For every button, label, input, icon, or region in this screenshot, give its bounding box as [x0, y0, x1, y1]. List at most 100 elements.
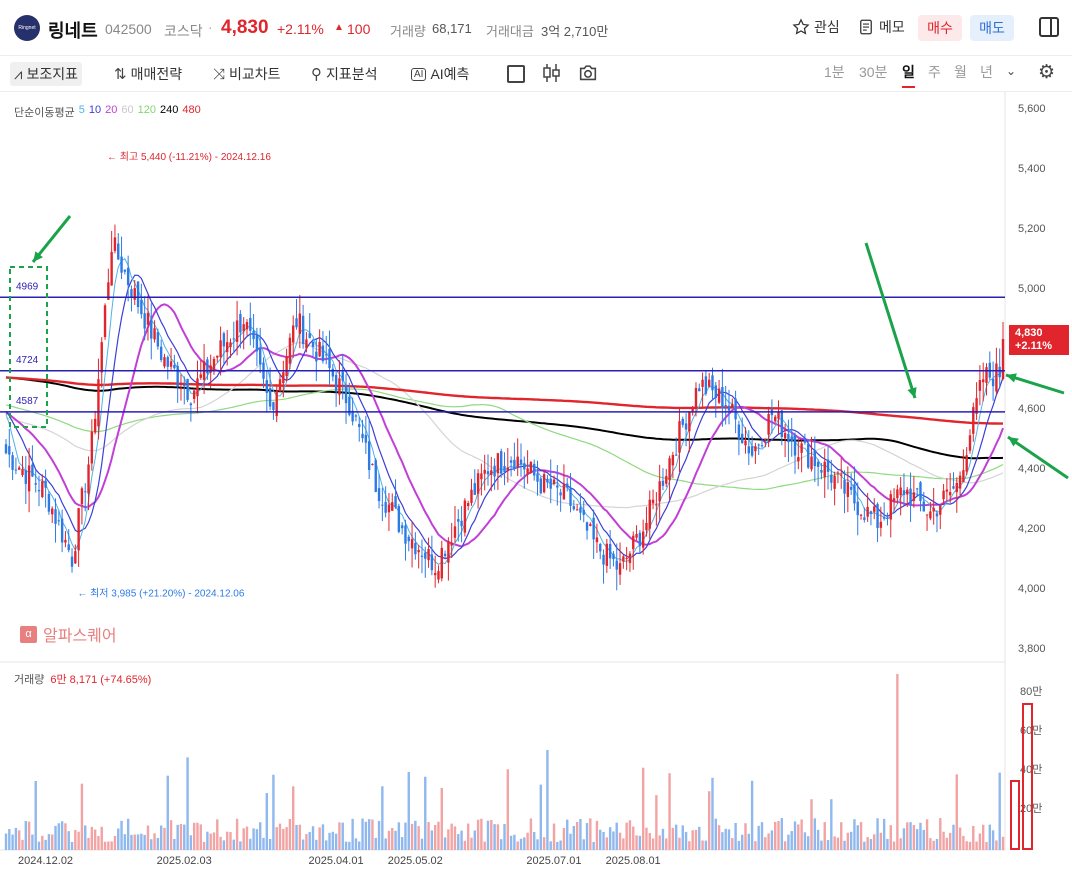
- volume-bar: [328, 832, 331, 850]
- volume-bar: [546, 750, 549, 850]
- volume-highlight-box: [1010, 780, 1020, 850]
- volume-bar: [318, 827, 321, 850]
- volume-bar: [536, 839, 539, 850]
- volume-bar: [533, 831, 536, 850]
- candle-body: [599, 543, 602, 552]
- candle-body: [968, 435, 972, 451]
- candle-body: [942, 490, 945, 500]
- analysis-button[interactable]: ⚲ 지표분석: [311, 62, 378, 86]
- volume-bar: [288, 818, 292, 850]
- candle-body: [77, 508, 80, 551]
- volume-bar: [87, 837, 90, 850]
- panel-toggle-icon[interactable]: [1039, 17, 1059, 37]
- volume-bar: [879, 832, 883, 850]
- candle-body: [483, 469, 486, 474]
- candle-body: [153, 328, 156, 340]
- candle-body: [658, 481, 661, 502]
- x-tick-label: 2024.12.02: [18, 855, 73, 867]
- candle-body: [793, 435, 797, 456]
- candle-body: [965, 455, 968, 472]
- y-tick-label: 4,200: [1018, 523, 1046, 535]
- volume-bar: [295, 824, 298, 850]
- volume-bar: [466, 823, 470, 850]
- candle-body: [278, 379, 282, 392]
- square-tool-icon[interactable]: [507, 65, 525, 83]
- candle-body: [166, 357, 169, 367]
- candle-type-icon[interactable]: [542, 62, 562, 84]
- volume-bar: [846, 832, 850, 850]
- y-tick-label: 5,200: [1018, 223, 1046, 235]
- candle-body: [199, 374, 202, 378]
- high-annotation: ← 최고 5,440 (-11.21%) - 2024.12.16: [107, 151, 271, 163]
- volume-bar: [126, 818, 130, 850]
- volume-bar: [136, 834, 140, 850]
- ma-legend-60: 60: [121, 104, 134, 116]
- candle-body: [859, 514, 863, 516]
- volume-bar: [77, 831, 80, 850]
- volume-bar: [216, 819, 219, 850]
- candle-body: [41, 481, 44, 497]
- candle-body: [783, 433, 787, 439]
- candle-body: [803, 439, 807, 443]
- period-1min[interactable]: 1분: [824, 62, 845, 88]
- volume-bar: [206, 831, 209, 850]
- candle-body: [833, 475, 836, 489]
- candle-body: [727, 405, 731, 411]
- indicator-button[interactable]: ⩘ 보조지표: [10, 62, 82, 86]
- candle-body: [536, 473, 539, 482]
- price-chart[interactable]: 5,6005,4005,2005,0004,8004,6004,4004,200…: [0, 92, 1072, 875]
- volume-bar: [975, 841, 978, 850]
- candle-body: [549, 478, 552, 489]
- ai-predict-label: AI예측: [430, 66, 470, 82]
- candle-body: [292, 325, 295, 343]
- watchlist-button[interactable]: 관심: [792, 17, 840, 37]
- volume-bar: [169, 820, 173, 850]
- candle-body: [724, 405, 727, 407]
- candle-body: [391, 502, 394, 511]
- ma-legend-title: 단순이동평균: [14, 107, 75, 119]
- candle-body: [371, 463, 374, 465]
- volume-bar: [391, 828, 394, 850]
- memo-button[interactable]: 메모: [857, 17, 905, 37]
- volume-bar: [447, 829, 450, 850]
- volume-bar: [338, 822, 341, 850]
- period-week[interactable]: 주: [928, 62, 941, 88]
- volume-bar: [566, 819, 569, 850]
- volume-bar: [31, 834, 34, 850]
- ai-predict-button[interactable]: AI AI예측: [411, 62, 469, 86]
- volume-bar: [417, 826, 420, 850]
- period-year[interactable]: 년: [980, 62, 993, 88]
- buy-button[interactable]: 매수: [918, 15, 962, 41]
- volume-bar: [552, 823, 556, 850]
- volume-bar: [787, 834, 790, 850]
- star-icon: [792, 18, 810, 35]
- candle-body: [381, 504, 384, 506]
- compare-button[interactable]: ⤨ 비교차트: [213, 62, 281, 86]
- camera-icon[interactable]: [577, 62, 599, 84]
- volume-bar: [919, 822, 922, 850]
- volume-bar: [575, 821, 579, 850]
- volume-bar: [1001, 836, 1005, 850]
- period-30min[interactable]: 30분: [859, 62, 887, 88]
- volume-bar: [229, 832, 232, 850]
- volume-bar: [691, 830, 694, 850]
- gear-icon[interactable]: ⚙: [1038, 61, 1055, 84]
- volume-bar: [717, 825, 721, 850]
- stock-header: Ringnet 링네트 042500 코스닥 · 4,830 +2.11% ▲ …: [0, 0, 1072, 56]
- candle-body: [774, 416, 777, 422]
- volume-bar: [962, 835, 965, 850]
- volume-bar: [374, 837, 377, 850]
- volume-bar: [721, 832, 724, 850]
- candle-body: [57, 520, 61, 522]
- chevron-down-icon[interactable]: ⌄: [1006, 64, 1016, 78]
- volume-bar: [133, 834, 136, 850]
- volume-bar: [645, 827, 648, 850]
- candle-body: [575, 509, 579, 511]
- candle-body: [305, 339, 308, 349]
- sell-button[interactable]: 매도: [970, 15, 1014, 41]
- period-month[interactable]: 월: [954, 62, 967, 88]
- volume-bar: [176, 824, 179, 850]
- volume-bar: [556, 841, 559, 850]
- period-day[interactable]: 일: [902, 62, 915, 88]
- strategy-button[interactable]: ⇅ 매매전략: [114, 62, 182, 86]
